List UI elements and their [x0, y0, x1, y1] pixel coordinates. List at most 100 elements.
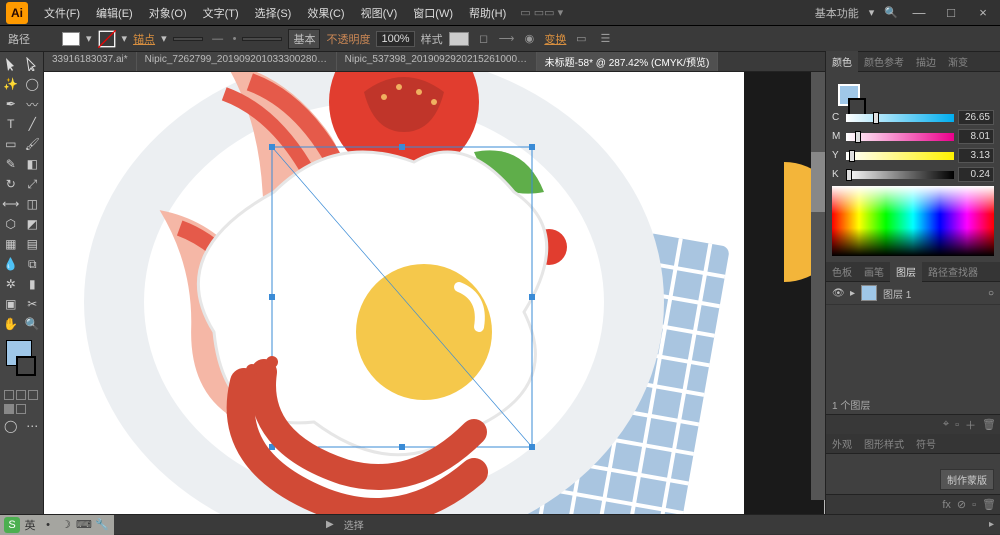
- menu-effect[interactable]: 效果(C): [299, 1, 352, 25]
- visibility-icon[interactable]: 👁: [832, 288, 844, 299]
- color-mode-fill[interactable]: [4, 390, 14, 400]
- y-slider[interactable]: [846, 152, 954, 160]
- artboard-tool[interactable]: ▣: [0, 294, 22, 314]
- hand-tool[interactable]: ✋: [0, 314, 22, 334]
- mesh-tool[interactable]: ▦: [0, 234, 22, 254]
- document-tab[interactable]: Nipic_7262799_20190920103330028031.ai*: [137, 52, 337, 71]
- close-button[interactable]: ×: [972, 5, 994, 20]
- rectangle-tool[interactable]: ▭: [0, 134, 22, 154]
- menu-view[interactable]: 视图(V): [353, 1, 406, 25]
- screen-mode-normal[interactable]: [4, 404, 14, 414]
- new-layer-icon[interactable]: ＋: [965, 417, 976, 433]
- zoom-tool[interactable]: 🔍: [22, 314, 44, 334]
- eraser-tool[interactable]: ◧: [22, 154, 44, 174]
- make-mask-button[interactable]: 制作蒙版: [940, 469, 994, 490]
- stroke-color[interactable]: [16, 356, 36, 376]
- stroke-dropdown[interactable]: ▾: [122, 32, 128, 45]
- color-spectrum[interactable]: [832, 186, 994, 256]
- ime-punct[interactable]: •: [40, 517, 56, 533]
- curvature-tool[interactable]: 〰: [22, 94, 44, 114]
- perspective-tool[interactable]: ◩: [22, 214, 44, 234]
- link-dropdown[interactable]: ▾: [161, 32, 167, 45]
- shape-icon[interactable]: ▭: [572, 30, 590, 48]
- free-transform-tool[interactable]: ◫: [22, 194, 44, 214]
- layout-icons[interactable]: ▭ ▭▭ ▾: [520, 6, 563, 19]
- canvas[interactable]: [44, 72, 825, 514]
- y-value[interactable]: 3.13: [958, 148, 994, 163]
- anchors-link[interactable]: 锚点: [133, 31, 155, 47]
- color-guide-tab[interactable]: 颜色参考: [858, 51, 910, 72]
- lasso-tool[interactable]: ◯: [22, 74, 44, 94]
- locate-icon[interactable]: ⌖: [943, 418, 949, 431]
- scale-tool[interactable]: ⤢: [22, 174, 44, 194]
- blend-tool[interactable]: ⧉: [22, 254, 44, 274]
- color-tab[interactable]: 颜色: [826, 51, 858, 72]
- clear-icon[interactable]: ⊘: [957, 498, 966, 511]
- graphic-styles-tab[interactable]: 图形样式: [858, 433, 910, 454]
- magic-wand-tool[interactable]: ✨: [0, 74, 22, 94]
- screen-mode-full[interactable]: [16, 404, 26, 414]
- pathfinder-tab[interactable]: 路径查找器: [922, 261, 984, 282]
- brushes-tab[interactable]: 画笔: [858, 261, 890, 282]
- status-arrow[interactable]: ▶: [326, 519, 334, 530]
- ime-icon[interactable]: S: [4, 517, 20, 533]
- ime-lang[interactable]: 英: [22, 517, 38, 533]
- slice-tool[interactable]: ✂: [22, 294, 44, 314]
- c-value[interactable]: 26.65: [958, 110, 994, 125]
- chevron-down-icon[interactable]: ▾: [869, 6, 875, 19]
- trash-icon[interactable]: 🗑: [982, 498, 996, 511]
- swatches-tab[interactable]: 色板: [826, 261, 858, 282]
- minimize-button[interactable]: —: [908, 5, 930, 20]
- draw-mode[interactable]: ◯: [0, 416, 22, 436]
- symbol-sprayer-tool[interactable]: ✲: [0, 274, 22, 294]
- c-slider[interactable]: [846, 114, 954, 122]
- selection-tool[interactable]: [0, 54, 22, 74]
- fx-icon[interactable]: fx: [942, 499, 951, 511]
- gradient-tab[interactable]: 渐变: [942, 51, 974, 72]
- transform-link[interactable]: 变换: [544, 31, 566, 47]
- delete-layer-icon[interactable]: 🗑: [982, 418, 996, 431]
- arrange-icon[interactable]: ☰: [596, 30, 614, 48]
- style-swatch[interactable]: [449, 32, 469, 46]
- graph-tool[interactable]: ▮: [22, 274, 44, 294]
- align-icon[interactable]: ◻: [475, 30, 493, 48]
- layers-tab[interactable]: 图层: [890, 261, 922, 282]
- layer-name[interactable]: 图层 1: [883, 286, 911, 301]
- menu-edit[interactable]: 编辑(E): [88, 1, 141, 25]
- ime-moon-icon[interactable]: ☽: [58, 517, 74, 533]
- ime-keyboard-icon[interactable]: ⌨: [76, 517, 92, 533]
- fill-dropdown[interactable]: ▾: [86, 32, 92, 45]
- k-value[interactable]: 0.24: [958, 167, 994, 182]
- maximize-button[interactable]: □: [940, 5, 962, 20]
- edit-toolbar[interactable]: ⋯: [22, 416, 44, 436]
- rotate-tool[interactable]: ↻: [0, 174, 22, 194]
- symbols-tab[interactable]: 符号: [910, 433, 942, 454]
- line-tool[interactable]: ╱: [22, 114, 44, 134]
- shaper-tool[interactable]: ✎: [0, 154, 22, 174]
- expand-icon[interactable]: ▸: [850, 288, 855, 299]
- vertical-scrollbar[interactable]: [811, 72, 825, 500]
- m-slider[interactable]: [846, 133, 954, 141]
- eyedropper-tool[interactable]: 💧: [0, 254, 22, 274]
- style-basic[interactable]: 基本: [288, 29, 320, 49]
- workspace-switcher[interactable]: 基本功能: [815, 5, 859, 21]
- status-chevron[interactable]: ▸: [989, 519, 994, 530]
- document-tab-active[interactable]: 未标题-58* @ 287.42% (CMYK/预览): [537, 52, 719, 71]
- menu-help[interactable]: 帮助(H): [461, 1, 514, 25]
- document-tab[interactable]: 33916183037.ai*: [44, 52, 137, 71]
- brush-field[interactable]: [242, 37, 282, 41]
- stroke-style-icon[interactable]: —: [209, 30, 227, 48]
- appearance-tab[interactable]: 外观: [826, 433, 858, 454]
- menu-select[interactable]: 选择(S): [247, 1, 300, 25]
- menu-file[interactable]: 文件(F): [36, 1, 88, 25]
- menu-type[interactable]: 文字(T): [195, 1, 247, 25]
- menu-window[interactable]: 窗口(W): [405, 1, 461, 25]
- new-sublayer-icon[interactable]: ▫: [955, 419, 959, 431]
- menu-object[interactable]: 对象(O): [141, 1, 195, 25]
- pen-tool[interactable]: ✒: [0, 94, 22, 114]
- stroke-swatch[interactable]: [98, 30, 116, 48]
- k-slider[interactable]: [846, 171, 954, 179]
- paintbrush-tool[interactable]: 🖌: [22, 134, 44, 154]
- dup-icon[interactable]: ▫: [972, 499, 976, 511]
- type-tool[interactable]: T: [0, 114, 22, 134]
